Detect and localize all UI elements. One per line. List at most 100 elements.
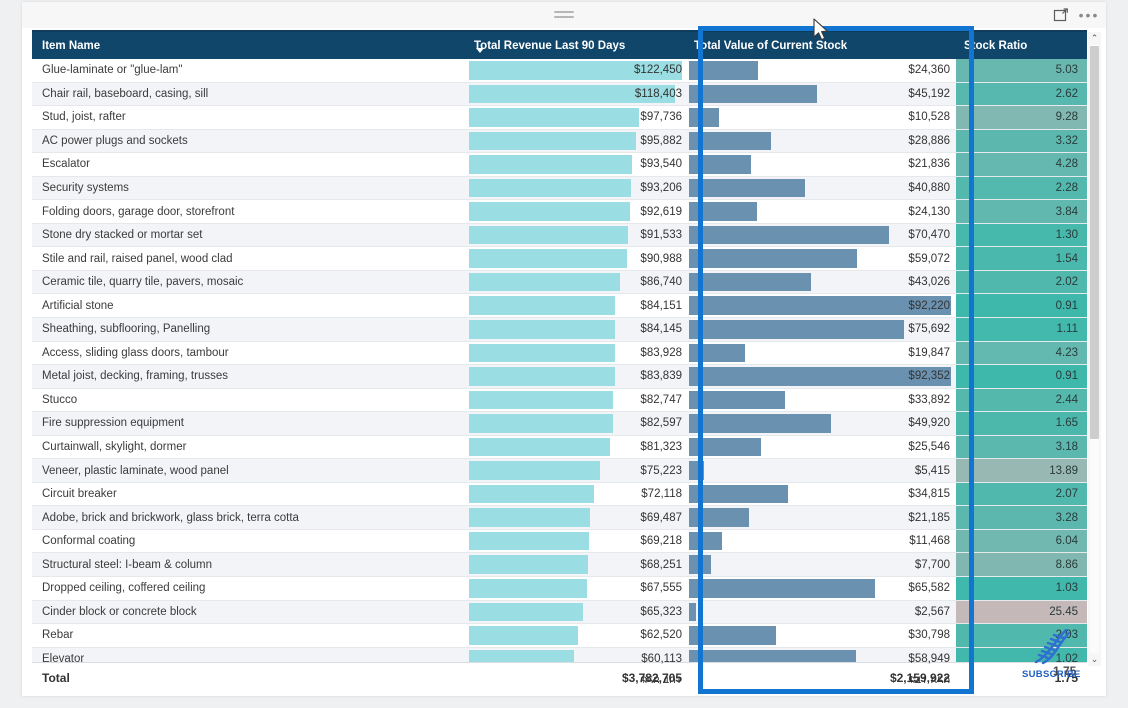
- stock-bar: [689, 155, 751, 174]
- stock-value-text: $30,798: [908, 629, 950, 642]
- cell-item-name: Cinder block or concrete block: [32, 600, 466, 624]
- cell-total-stock: $75,692: [686, 318, 956, 341]
- table-row[interactable]: Stucco $82,747 $33,892 2.44: [32, 388, 1087, 412]
- table-row[interactable]: Dropped ceiling, coffered ceiling $67,555…: [32, 577, 1087, 600]
- stock-value-text: $24,130: [908, 205, 950, 218]
- column-header-stock-ratio[interactable]: Stock Ratio: [956, 32, 1087, 59]
- cell-stock-ratio: 4.23: [956, 341, 1087, 365]
- table-row[interactable]: Structural steel: I-beam & column $68,251…: [32, 553, 1087, 577]
- stock-value-text: $34,815: [908, 488, 950, 501]
- table-row[interactable]: AC power plugs and sockets $95,882 $28,886…: [32, 129, 1087, 153]
- table-row[interactable]: Conformal coating $69,218 $11,468 6.04: [32, 529, 1087, 553]
- item-name-text: AC power plugs and sockets: [42, 134, 188, 147]
- cell-item-name: Security systems: [32, 176, 466, 200]
- table-row[interactable]: Stone dry stacked or mortar set $91,533 $7…: [32, 223, 1087, 247]
- item-name-text: Sheathing, subflooring, Panelling: [42, 323, 211, 336]
- table-row[interactable]: Cinder block or concrete block $65,323 $2,…: [32, 600, 1087, 624]
- column-header-label: Total Revenue Last 90 Days: [474, 39, 626, 52]
- revenue-bar: [469, 296, 615, 316]
- cell-item-name: Glue-laminate or "glue-lam": [32, 59, 466, 82]
- revenue-value-text: $72,118: [641, 488, 682, 501]
- revenue-value-text: $91,533: [640, 229, 682, 242]
- revenue-bar: [469, 272, 620, 292]
- item-name-text: Adobe, brick and brickwork, glass brick,…: [42, 511, 299, 524]
- cell-stock-ratio: 13.89: [956, 459, 1087, 482]
- table-row[interactable]: Glue-laminate or "glue-lam" $122,450 $24,3…: [32, 59, 1087, 82]
- stock-bar: [689, 626, 776, 645]
- ratio-value-text: 1.03: [1055, 582, 1078, 595]
- cell-total-stock: $65,582: [686, 577, 956, 600]
- cell-total-stock: $2,567: [686, 600, 956, 624]
- column-header-total-stock[interactable]: Total Value of Current Stock: [686, 32, 956, 59]
- stock-value-text: $10,528: [908, 111, 950, 124]
- cell-total-stock: $11,468: [686, 529, 956, 553]
- total-label: Total: [42, 671, 70, 685]
- item-name-text: Cinder block or concrete block: [42, 605, 197, 618]
- cell-item-name: Curtainwall, skylight, dormer: [32, 435, 466, 459]
- table-row[interactable]: Security systems $93,206 $40,880 2.28: [32, 176, 1087, 200]
- cell-total-stock: $30,798: [686, 624, 956, 647]
- table-row[interactable]: Metal joist, decking, framing, trusses $8…: [32, 365, 1087, 388]
- cell-total-revenue: $84,145: [466, 318, 686, 341]
- table-row[interactable]: Stud, joist, rafter $97,736 $10,528 9.28: [32, 106, 1087, 129]
- table-row[interactable]: Folding doors, garage door, storefront $9…: [32, 200, 1087, 223]
- stock-bar: [689, 225, 889, 245]
- table-row[interactable]: Adobe, brick and brickwork, glass brick,…: [32, 506, 1087, 529]
- cell-total-revenue: $82,747: [466, 388, 686, 412]
- item-name-text: Conformal coating: [42, 535, 136, 548]
- visual-header-icons: •••: [1052, 6, 1098, 24]
- cell-total-stock: $25,546: [686, 435, 956, 459]
- vertical-scrollbar[interactable]: ⌃ ⌄: [1088, 32, 1101, 666]
- revenue-value-text: $82,597: [640, 417, 682, 430]
- table-row[interactable]: Fire suppression equipment $82,597 $49,920…: [32, 412, 1087, 435]
- ratio-value-text: 5.03: [1055, 64, 1078, 77]
- more-options-icon[interactable]: •••: [1079, 6, 1098, 24]
- drag-handle-icon[interactable]: [554, 11, 574, 19]
- cell-item-name: Stucco: [32, 388, 466, 412]
- revenue-bar: [469, 508, 590, 527]
- revenue-value-text: $82,747: [640, 393, 682, 406]
- table-row[interactable]: Chair rail, baseboard, casing, sill $118,…: [32, 82, 1087, 106]
- cell-item-name: Chair rail, baseboard, casing, sill: [32, 82, 466, 106]
- table-row[interactable]: Circuit breaker $72,118 $34,815 2.07: [32, 482, 1087, 506]
- column-header-item-name[interactable]: Item Name: [32, 32, 466, 59]
- scroll-down-arrow-icon[interactable]: ⌄: [1088, 653, 1101, 666]
- table-row[interactable]: Ceramic tile, quarry tile, pavers, mosai…: [32, 270, 1087, 294]
- item-name-text: Chair rail, baseboard, casing, sill: [42, 87, 209, 100]
- item-name-text: Ceramic tile, quarry tile, pavers, mosai…: [42, 276, 244, 289]
- item-name-text: Veneer, plastic laminate, wood panel: [42, 464, 229, 477]
- stock-value-text: $7,700: [914, 558, 950, 571]
- item-name-text: Glue-laminate or "glue-lam": [42, 64, 183, 77]
- scrollbar-thumb[interactable]: [1090, 46, 1099, 439]
- table-row[interactable]: Escalator $93,540 $21,836 4.28: [32, 153, 1087, 176]
- table-column-header-row: Item Name Total Revenue Last 90 Days Tot…: [32, 30, 1087, 59]
- cell-total-revenue: $72,118: [466, 482, 686, 506]
- focus-mode-icon[interactable]: [1052, 6, 1070, 24]
- stock-bar: [689, 320, 904, 339]
- item-name-text: Dropped ceiling, coffered ceiling: [42, 582, 206, 595]
- table-row[interactable]: Stile and rail, raised panel, wood clad $…: [32, 247, 1087, 270]
- cell-total-stock: $49,920: [686, 412, 956, 435]
- table-row[interactable]: Sheathing, subflooring, Panelling $84,145…: [32, 318, 1087, 341]
- ratio-value-text: 1.30: [1055, 229, 1078, 242]
- stock-value-text: $92,352: [908, 370, 950, 383]
- revenue-bar: [469, 249, 627, 268]
- cell-stock-ratio: 2.28: [956, 176, 1087, 200]
- revenue-value-text: $75,223: [640, 464, 682, 477]
- column-header-total-revenue[interactable]: Total Revenue Last 90 Days: [466, 32, 686, 59]
- scroll-up-arrow-icon[interactable]: ⌃: [1088, 32, 1101, 45]
- table-row[interactable]: Curtainwall, skylight, dormer $81,323 $25,…: [32, 435, 1087, 459]
- table-row[interactable]: Veneer, plastic laminate, wood panel $75,…: [32, 459, 1087, 482]
- stock-bar: [689, 390, 785, 410]
- table-row[interactable]: Artificial stone $84,151 $92,220 0.91: [32, 294, 1087, 318]
- table-row[interactable]: Rebar $62,520 $30,798 2.03: [32, 624, 1087, 647]
- revenue-value-text: $69,218: [640, 535, 682, 548]
- cell-item-name: Adobe, brick and brickwork, glass brick,…: [32, 506, 466, 529]
- stock-value-text: $92,220: [908, 299, 950, 312]
- ratio-value-text: 13.89: [1049, 464, 1078, 477]
- table-row[interactable]: Access, sliding glass doors, tambour $83,…: [32, 341, 1087, 365]
- item-name-text: Escalator: [42, 158, 90, 171]
- cell-stock-ratio: 8.86: [956, 553, 1087, 577]
- cell-item-name: Escalator: [32, 153, 466, 176]
- stock-value-text: $70,470: [908, 229, 950, 242]
